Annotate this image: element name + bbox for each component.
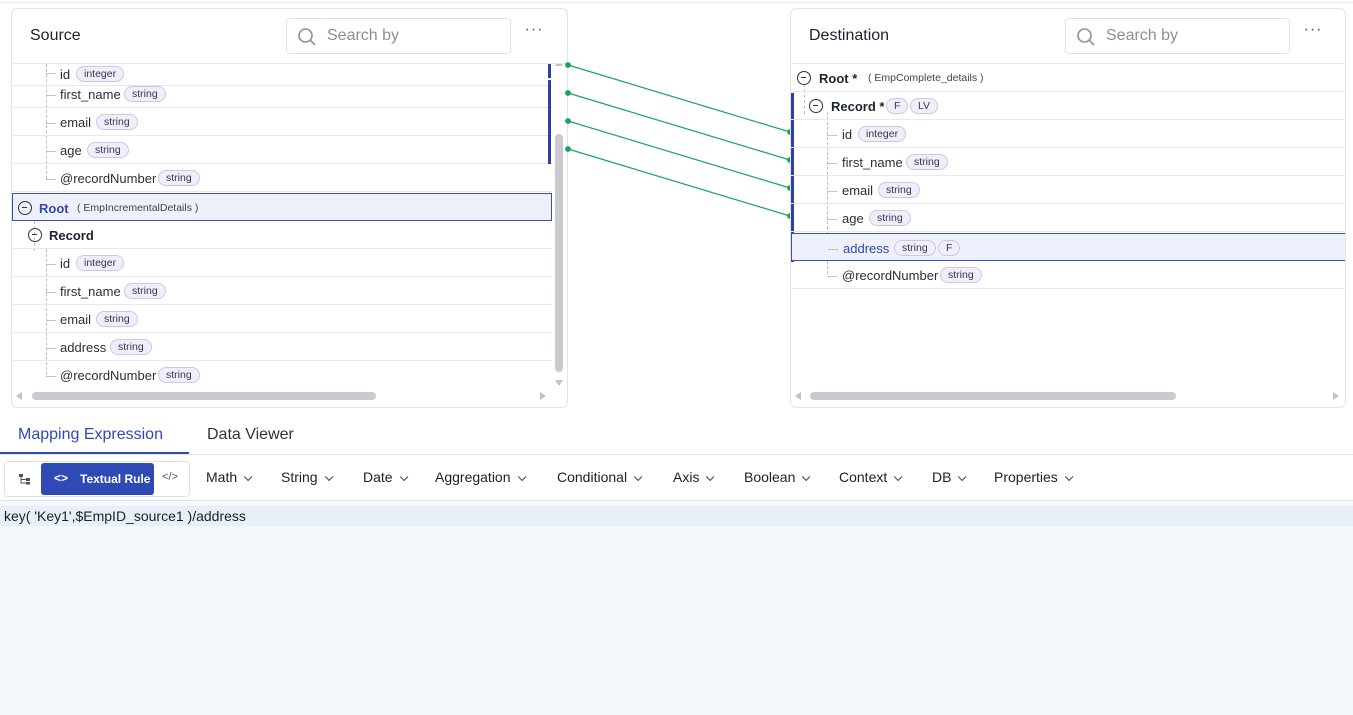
source-more-icon[interactable]: ···: [522, 22, 546, 45]
textual-rule-button[interactable]: <> Textual Rule: [41, 463, 154, 495]
chevron-down-icon: [244, 472, 253, 482]
expression-toolbar: <> Textual Rule </> Math String Date Agg…: [0, 455, 1353, 501]
tree-row[interactable]: Record * F LV: [791, 92, 1345, 120]
source-search-input[interactable]: [327, 26, 497, 46]
tree-row[interactable]: first_name string: [12, 80, 552, 108]
tab-data-viewer[interactable]: Data Viewer: [207, 426, 294, 444]
bottom-tabs: Mapping Expression Data Viewer: [0, 418, 1353, 455]
tree-row[interactable]: email string: [12, 305, 552, 333]
tab-mapping-expression[interactable]: Mapping Expression: [18, 426, 163, 444]
source-horizontal-scrollbar[interactable]: [16, 392, 548, 400]
code-brackets-icon: <>: [54, 471, 69, 485]
search-icon: [1077, 28, 1095, 46]
destination-more-icon[interactable]: ···: [1301, 22, 1325, 45]
menu-context[interactable]: Context: [839, 469, 903, 485]
menu-axis[interactable]: Axis: [673, 469, 715, 485]
chevron-down-icon: [802, 472, 811, 482]
tree-row[interactable]: age string: [791, 204, 1345, 232]
collapse-icon[interactable]: [28, 228, 42, 242]
mapped-indicator: [548, 64, 551, 78]
tree-row[interactable]: id integer: [791, 120, 1345, 148]
chevron-down-icon: [517, 472, 526, 482]
tree-row[interactable]: @recordNumber string: [12, 164, 552, 192]
source-hscroll-thumb[interactable]: [32, 392, 376, 400]
mapped-indicator: [548, 108, 551, 136]
source-search-box[interactable]: [286, 18, 511, 54]
tree-row[interactable]: id integer: [12, 249, 552, 277]
connector-dot: [565, 90, 571, 96]
tree-row[interactable]: @recordNumber string: [12, 361, 552, 387]
menu-db[interactable]: DB: [932, 469, 967, 485]
source-tree: id integer first_name string email strin…: [12, 64, 567, 387]
chevron-down-icon: [399, 472, 408, 482]
tree-row[interactable]: address string: [12, 333, 552, 361]
tree-row[interactable]: first_name string: [791, 148, 1345, 176]
tree-view-icon[interactable]: [17, 471, 33, 487]
connector-dot: [565, 62, 571, 68]
chevron-down-icon: [1064, 472, 1074, 482]
menu-math[interactable]: Math: [206, 469, 253, 485]
chevron-down-icon: [706, 472, 715, 482]
collapse-icon[interactable]: [809, 99, 823, 113]
editor-mode-group: <> Textual Rule </>: [4, 461, 190, 497]
active-tab-indicator: [0, 452, 189, 454]
chevron-down-icon: [324, 472, 333, 482]
tree-row[interactable]: @recordNumber string: [791, 261, 1345, 289]
source-title: Source: [30, 27, 81, 44]
destination-horizontal-scrollbar[interactable]: [795, 392, 1341, 400]
scroll-right-icon[interactable]: [540, 392, 546, 400]
scroll-left-icon[interactable]: [795, 392, 801, 400]
scroll-left-icon[interactable]: [16, 392, 22, 400]
source-header: Source ···: [12, 9, 567, 64]
mapping-connectors: [565, 62, 793, 219]
destination-search-input[interactable]: [1106, 26, 1276, 46]
chevron-down-icon: [633, 472, 643, 482]
menu-boolean[interactable]: Boolean: [744, 469, 811, 485]
tree-row[interactable]: first_name string: [12, 277, 552, 305]
tree-row[interactable]: age string: [12, 136, 552, 164]
tree-row-address-selected[interactable]: address string F: [791, 233, 1345, 261]
menu-date[interactable]: Date: [363, 469, 408, 485]
connector-email: [567, 120, 791, 189]
source-panel: Source ··· id integer first_name string …: [11, 8, 568, 408]
destination-title: Destination: [809, 27, 890, 44]
collapse-icon[interactable]: [18, 201, 32, 215]
connector-dot: [565, 146, 571, 152]
scroll-down-icon[interactable]: [555, 380, 563, 386]
tree-row[interactable]: Record: [12, 221, 552, 249]
destination-hscroll-thumb[interactable]: [810, 392, 1176, 400]
tree-row-root-selected[interactable]: Root ( EmpIncrementalDetails ): [12, 193, 552, 221]
connector-first-name: [567, 92, 791, 161]
destination-header: Destination ···: [791, 9, 1345, 64]
connector-id: [567, 64, 791, 133]
menu-string[interactable]: String: [281, 469, 333, 485]
expression-text[interactable]: key( 'Key1',$EmpID_source1 )/address: [4, 508, 246, 524]
editor-active-line[interactable]: key( 'Key1',$EmpID_source1 )/address: [0, 506, 1353, 526]
code-view-icon[interactable]: </>: [162, 471, 178, 487]
top-divider: [0, 2, 1353, 3]
collapse-icon[interactable]: [797, 71, 811, 85]
mapped-indicator: [548, 136, 551, 164]
connector-dot: [565, 118, 571, 124]
mapped-indicator: [548, 80, 551, 108]
expression-editor[interactable]: key( 'Key1',$EmpID_source1 )/address: [0, 501, 1353, 715]
destination-panel: Destination ··· Root * ( EmpComplete_det…: [790, 8, 1346, 408]
tree-row[interactable]: email string: [12, 108, 552, 136]
scroll-right-icon[interactable]: [1333, 392, 1339, 400]
menu-conditional[interactable]: Conditional: [557, 469, 643, 485]
connector-age: [567, 148, 791, 217]
destination-search-box[interactable]: [1065, 18, 1290, 54]
chevron-down-icon: [958, 472, 967, 482]
chevron-down-icon: [894, 472, 903, 482]
tree-row[interactable]: email string: [791, 176, 1345, 204]
search-icon: [298, 28, 316, 46]
menu-properties[interactable]: Properties: [994, 469, 1074, 485]
tree-row[interactable]: Root * ( EmpComplete_details ): [791, 64, 1345, 92]
destination-tree: Root * ( EmpComplete_details ) Record * …: [791, 64, 1345, 387]
menu-aggregation[interactable]: Aggregation: [435, 469, 526, 485]
